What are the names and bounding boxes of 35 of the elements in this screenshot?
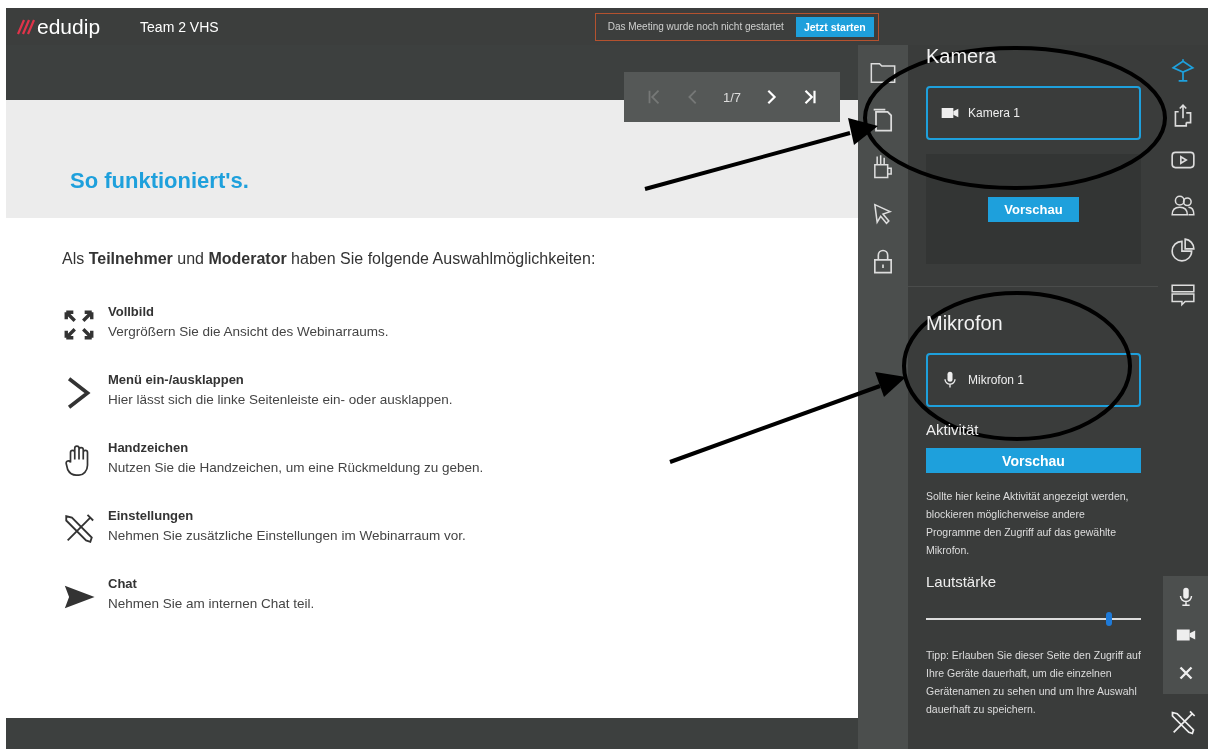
feature-description: Vergrößern Sie die Ansicht des Webinarraums. [108,324,389,339]
microphone-heading: Mikrofon [926,312,1004,335]
feature-title: Einstellungen [108,508,195,523]
preview-button[interactable]: Vorschau [926,448,1141,473]
feature-title: Handzeichen [108,440,190,455]
page-number: 1/7 [722,89,742,105]
logo-icon [16,18,36,35]
tip-text: Tipp: Erlauben Sie dieser Seite den Zugriff auf Ihre Geräte dauerhaft, um die einzelnen Gerätenamen zu sehen und um Ihre Auswahl dauerhaft zu speichern. [926,648,1141,717]
logo-text: edudip [37,14,101,39]
camera-heading: Kamera [926,45,998,68]
slide-heading: So funktioniert's. [70,168,249,194]
intro-text: Als Teilnehmer und Moderator haben Sie folgende Auswahlmöglichkeiten: [62,250,597,268]
feature-description: Nutzen Sie die Handzeichen, um eine Rückmeldung zu geben. [108,460,484,475]
feature-description: Nehmen Sie am internen Chat teil. [108,596,315,611]
tools-icon [62,512,96,546]
settings-icon[interactable] [1169,709,1197,737]
notice-text: Das Meeting wurde noch nicht gestartet [607,21,784,32]
feature-title: Vollbild [108,304,155,319]
room-title: Team 2 VHS [140,18,219,35]
feature-description: Nehmen Sie zusätzliche Einstellungen im Webinarraum vor. [108,528,466,543]
start-button[interactable]: Jetzt starten [795,16,874,37]
pie-chart-icon[interactable] [1170,237,1196,263]
slider-thumb[interactable] [1105,612,1112,626]
camera-select[interactable]: Kamera 1 [926,86,1141,140]
fullscreen-icon [62,308,96,342]
activity-hint: Sollte hier keine Aktivität angezeigt werden, blockieren möglicherweise andere Programme den Zugriff auf das gewählte Mikrofon. [926,489,1130,558]
activity-label: Aktivität [926,421,980,438]
chat-icon[interactable] [1170,282,1196,308]
feature-description: Hier lässt sich die linke Seitenleiste ein- oder ausklappen. [108,392,453,407]
feature-title: Menü ein-/ausklappen [108,372,245,387]
volume-label: Lautstärke [926,573,998,590]
presenter-icon[interactable] [1170,57,1196,83]
feature-title: Chat [108,576,138,591]
microphone-select[interactable]: Mikrofon 1 [926,353,1141,407]
preview-button[interactable]: Vorschau [988,196,1079,222]
